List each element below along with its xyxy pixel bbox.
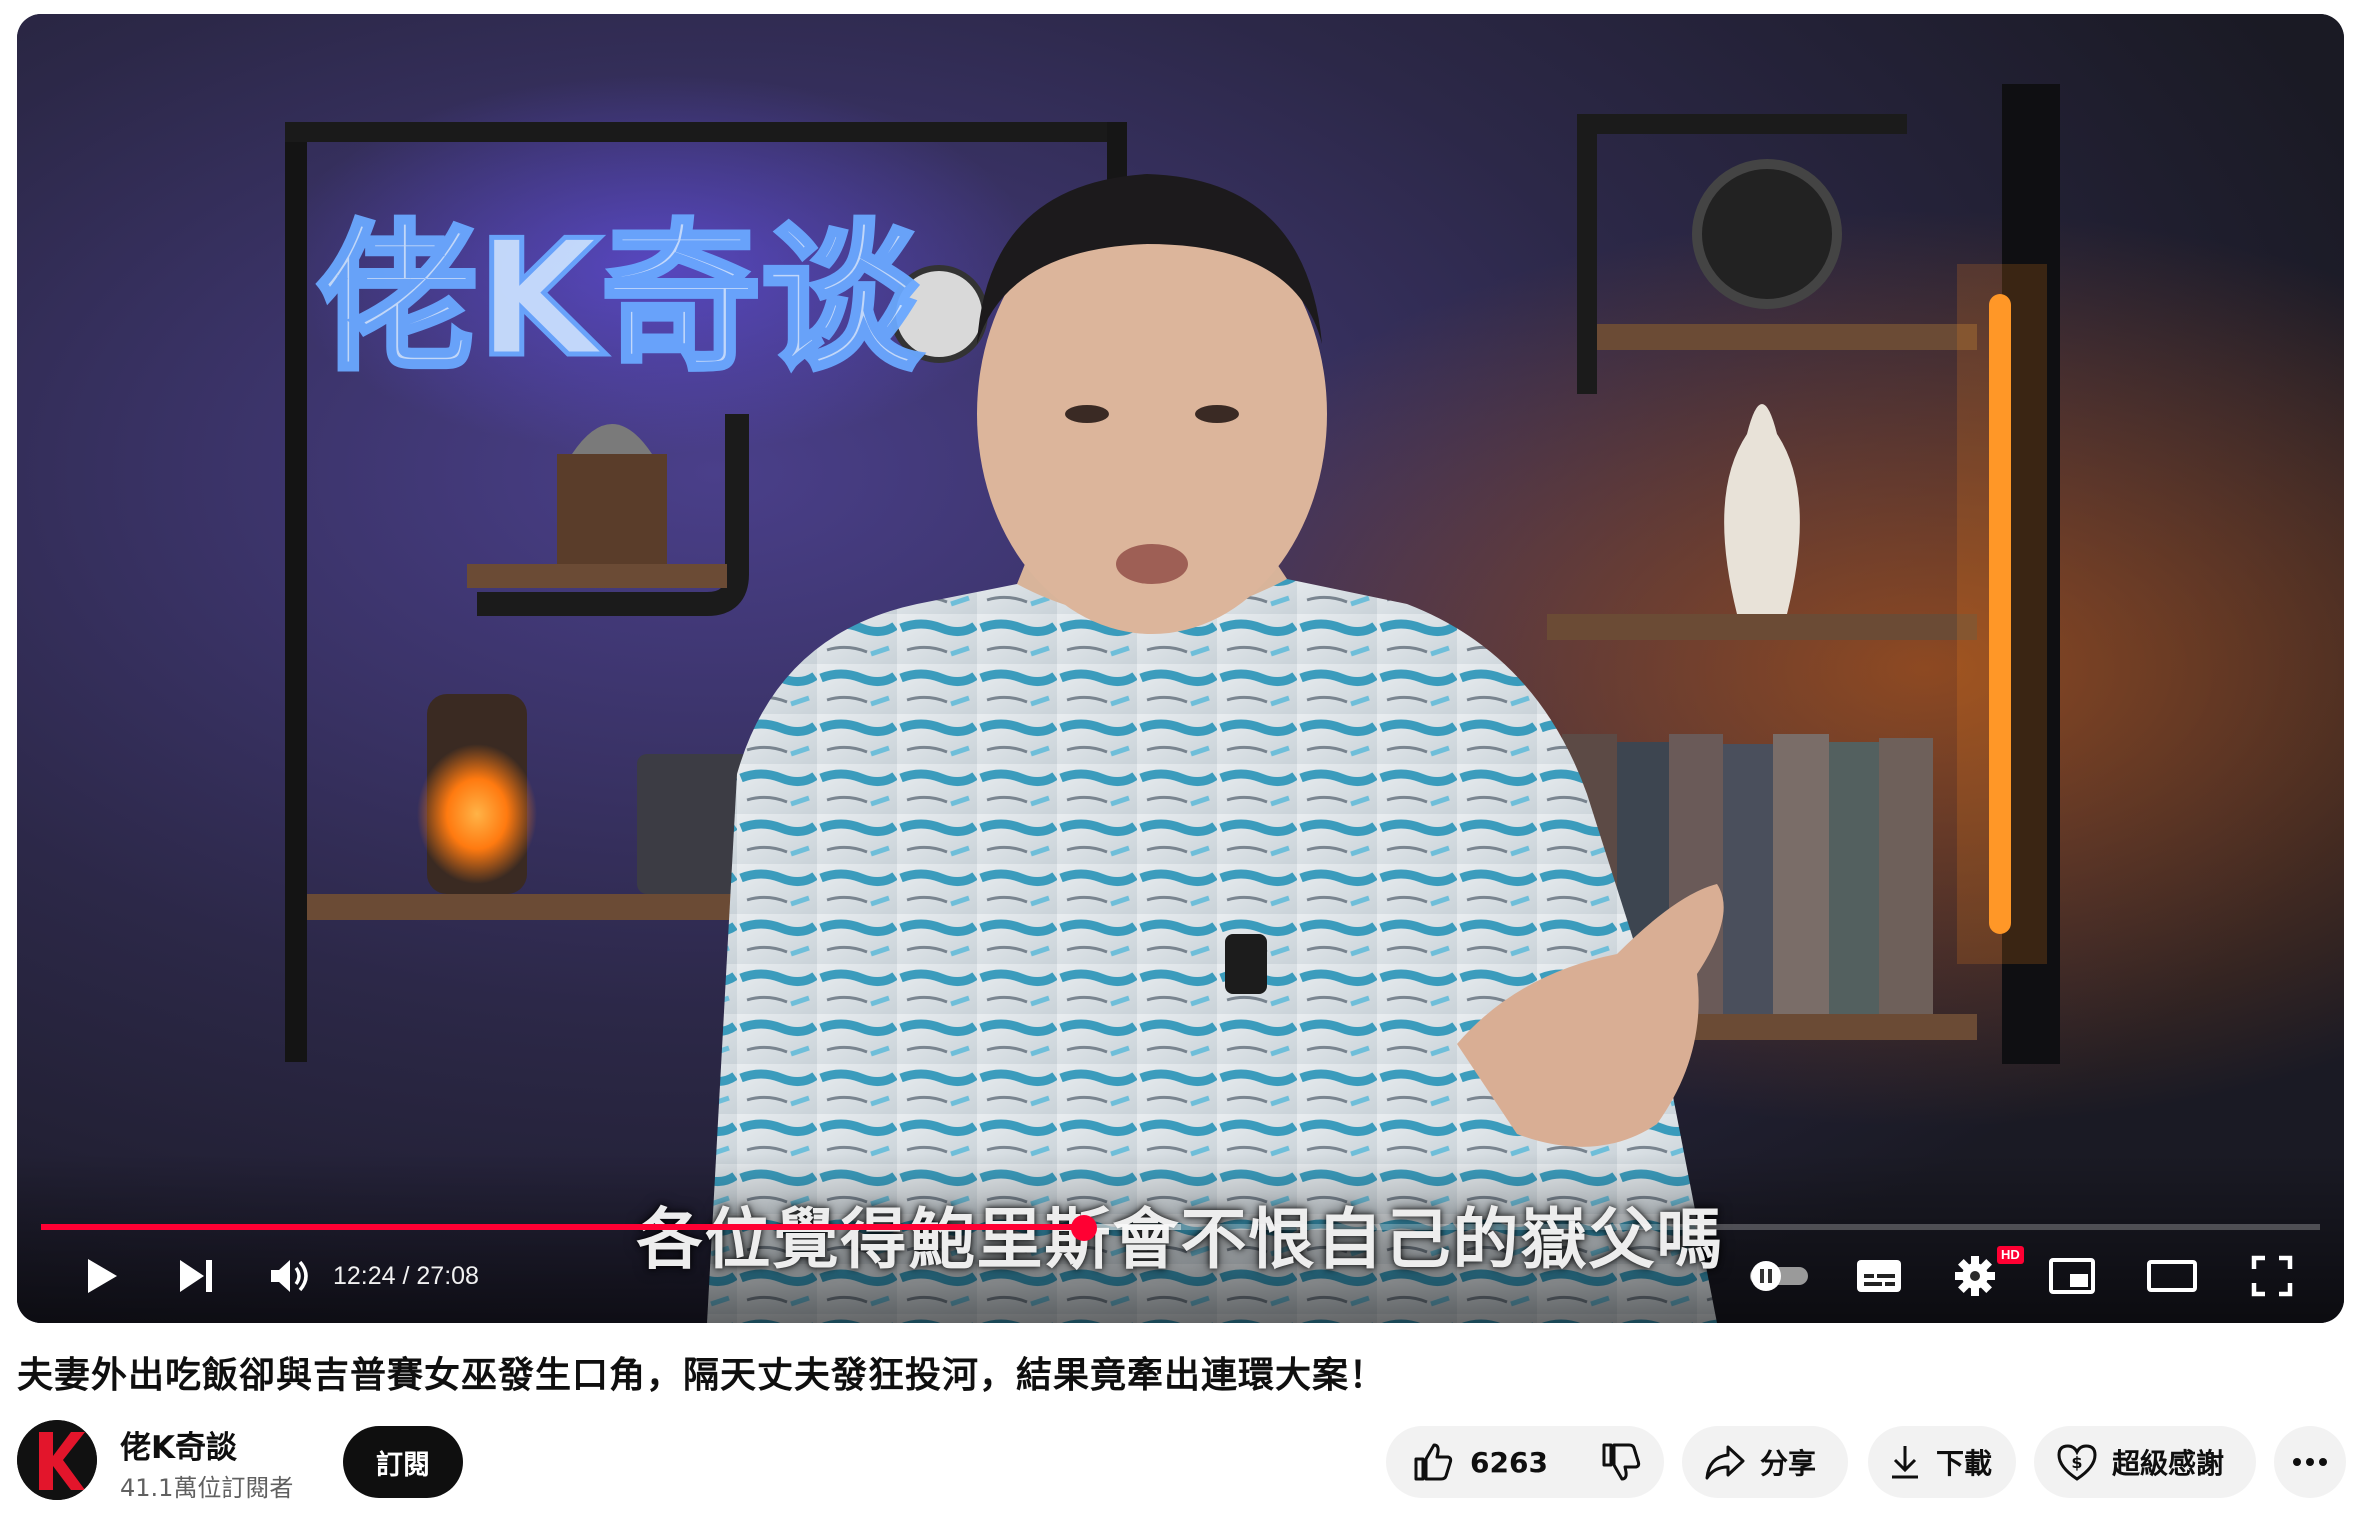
neon-sign-text: 佬K奇谈: [317, 205, 922, 392]
theater-icon: [2147, 1260, 2197, 1292]
channel-avatar[interactable]: [17, 1420, 97, 1500]
like-count: 6263: [1470, 1445, 1548, 1479]
miniplayer-icon: [2049, 1258, 2095, 1294]
autoplay-toggle-icon: [1750, 1261, 1808, 1291]
captions-button[interactable]: [1839, 1246, 1919, 1306]
super-thanks-label: 超級感謝: [2112, 1447, 2225, 1480]
autoplay-toggle[interactable]: [1739, 1246, 1819, 1306]
like-button[interactable]: 6263: [1386, 1426, 1574, 1498]
share-button[interactable]: 分享: [1682, 1426, 1848, 1498]
svg-text:$: $: [2071, 1453, 2082, 1472]
progress-bar[interactable]: [41, 1215, 2320, 1241]
download-label: 下載: [1936, 1447, 1993, 1480]
share-label: 分享: [1760, 1447, 1817, 1480]
progress-scrubber[interactable]: [1071, 1215, 1098, 1241]
channel-name[interactable]: 佬K奇談: [120, 1422, 237, 1467]
theater-button[interactable]: [2127, 1246, 2217, 1306]
captions-icon: [1857, 1260, 1901, 1292]
play-button[interactable]: [57, 1246, 147, 1306]
hd-badge: HD: [1997, 1246, 2024, 1264]
volume-icon: [271, 1260, 308, 1292]
progress-played: [41, 1224, 1085, 1230]
super-thanks-icon: $: [2056, 1442, 2098, 1482]
next-icon: [180, 1260, 212, 1292]
video-player[interactable]: 佬K奇谈 各位覺得鮑里斯會不恨自己的嶽父嗎 12:24 / 27:08 HD: [17, 14, 2344, 1323]
fullscreen-button[interactable]: [2227, 1246, 2317, 1306]
like-dislike-group: 6263: [1386, 1426, 1664, 1498]
volume-button[interactable]: [245, 1246, 335, 1306]
download-icon: [1888, 1443, 1922, 1481]
time-display: 12:24 / 27:08: [333, 1262, 479, 1290]
play-icon: [88, 1259, 117, 1293]
download-button[interactable]: 下載: [1868, 1426, 2016, 1498]
super-thanks-button[interactable]: $ 超級感謝: [2034, 1426, 2256, 1498]
more-horizontal-icon: [2293, 1458, 2327, 1466]
more-actions-button[interactable]: [2274, 1426, 2346, 1498]
video-frame: 佬K奇谈: [17, 14, 2344, 1323]
video-title: 夫妻外出吃飯卻與吉普賽女巫發生口角，隔天丈夫發狂投河，結果竟牽出連環大案！: [17, 1355, 1387, 1396]
share-icon: [1704, 1443, 1746, 1481]
miniplayer-button[interactable]: [2032, 1246, 2112, 1306]
channel-logo-icon: [17, 1420, 97, 1500]
settings-icon: [1955, 1256, 1995, 1296]
subscribe-button[interactable]: 訂閱: [343, 1426, 463, 1498]
thumbs-down-icon: [1600, 1441, 1642, 1483]
dislike-button[interactable]: [1574, 1426, 1668, 1498]
next-button[interactable]: [151, 1246, 241, 1306]
fullscreen-icon: [2251, 1255, 2293, 1297]
subscriber-count: 41.1萬位訂閱者: [120, 1474, 294, 1502]
thumbs-up-icon: [1412, 1441, 1454, 1483]
